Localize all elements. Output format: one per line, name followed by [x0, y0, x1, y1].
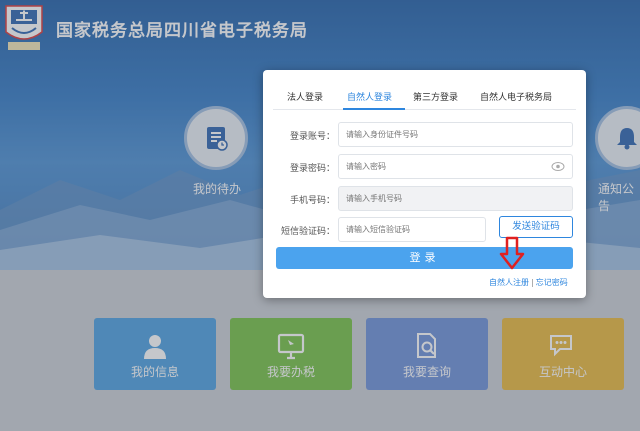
- forgot-password-link[interactable]: 忘记密码: [536, 278, 568, 287]
- account-input[interactable]: [338, 122, 573, 147]
- password-input[interactable]: [338, 154, 573, 179]
- login-button[interactable]: 登录: [276, 247, 573, 269]
- tab-third-party[interactable]: 第三方登录: [413, 90, 458, 103]
- sms-code-label: 短信验证码：: [280, 227, 335, 237]
- tab-natural-person[interactable]: 自然人登录: [347, 90, 392, 103]
- login-tabs: 法人登录 自然人登录 第三方登录 自然人电子税务局: [273, 80, 576, 110]
- account-label: 登录账号：: [289, 132, 335, 142]
- red-arrow-annotation-icon: [499, 236, 525, 270]
- register-link[interactable]: 自然人注册: [489, 278, 529, 287]
- active-tab-indicator: [343, 108, 405, 110]
- phone-input: [338, 186, 573, 211]
- login-modal: 法人登录 自然人登录 第三方登录 自然人电子税务局 登录账号： 登录密码： 手机…: [263, 70, 586, 298]
- tab-legal-person[interactable]: 法人登录: [287, 90, 323, 103]
- phone-label: 手机号码：: [289, 196, 335, 206]
- password-label: 登录密码：: [289, 164, 335, 174]
- show-password-eye-icon[interactable]: [551, 161, 565, 172]
- tab-natural-person-etax[interactable]: 自然人电子税务局: [480, 90, 552, 103]
- send-sms-code-button[interactable]: 发送验证码: [499, 216, 573, 238]
- auth-links: 自然人注册 | 忘记密码: [489, 278, 568, 287]
- sms-code-input[interactable]: [338, 217, 486, 242]
